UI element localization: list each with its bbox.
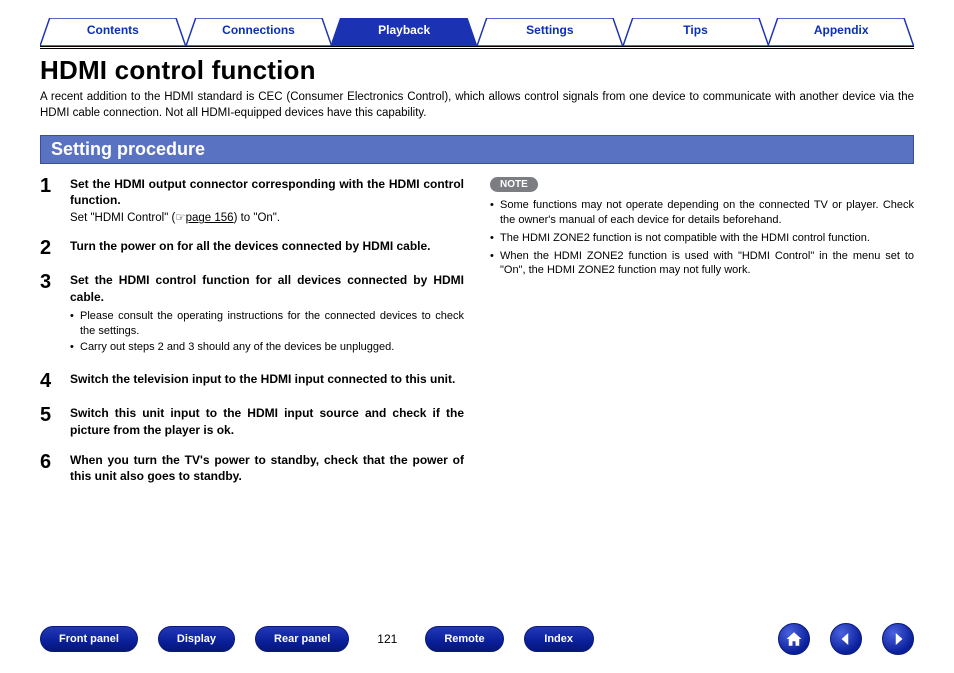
step-number: 3 [40,272,60,357]
section-heading: Setting procedure [40,135,914,164]
step-heading: When you turn the TV's power to standby,… [70,452,464,484]
forward-icon[interactable] [882,623,914,655]
bullet-item: Please consult the operating instruction… [70,309,464,339]
tab-settings[interactable]: Settings [477,18,623,46]
footer-index-button[interactable]: Index [524,626,594,652]
step-3: 3 Set the HDMI control function for all d… [40,272,464,357]
step-heading: Switch the television input to the HDMI … [70,371,464,387]
footer-display-button[interactable]: Display [158,626,235,652]
note-item: Some functions may not operate depending… [490,198,914,228]
step-subtext: Set "HDMI Control" (☞page 156) to "On". [70,210,464,224]
step-body: Set the HDMI control function for all de… [70,272,464,357]
tab-playback[interactable]: Playback [331,18,477,46]
step-4: 4 Switch the television input to the HDMI… [40,371,464,391]
step-1: 1 Set the HDMI output connector correspon… [40,176,464,224]
step-6: 6 When you turn the TV's power to standby… [40,452,464,484]
bullet-item: Carry out steps 2 and 3 should any of th… [70,340,464,355]
note-badge: NOTE [490,177,538,192]
home-icon[interactable] [778,623,810,655]
hand-icon: ☞ [175,212,185,224]
tab-tips[interactable]: Tips [623,18,769,46]
step-body: Switch the television input to the HDMI … [70,371,464,391]
step-heading: Turn the power on for all the devices co… [70,238,464,254]
tab-connections[interactable]: Connections [186,18,332,46]
page-title: HDMI control function [40,55,914,86]
rule-2 [40,48,914,49]
steps-column: 1 Set the HDMI output connector correspon… [40,176,464,498]
step-2: 2 Turn the power on for all the devices c… [40,238,464,258]
step-number: 4 [40,371,60,391]
step-number: 6 [40,452,60,484]
step-heading: Set the HDMI output connector correspond… [70,176,464,208]
step-5: 5 Switch this unit input to the HDMI inpu… [40,405,464,437]
note-item: The HDMI ZONE2 function is not compatibl… [490,231,914,246]
page-number: 121 [369,632,405,646]
step-heading: Switch this unit input to the HDMI input… [70,405,464,437]
step-bullets: Please consult the operating instruction… [70,309,464,356]
step-body: Turn the power on for all the devices co… [70,238,464,258]
footer-remote-button[interactable]: Remote [425,626,503,652]
tab-appendix[interactable]: Appendix [768,18,914,46]
step-body: Switch this unit input to the HDMI input… [70,405,464,437]
step-number: 2 [40,238,60,258]
tab-contents[interactable]: Contents [40,18,186,46]
step-body: When you turn the TV's power to standby,… [70,452,464,484]
note-item: When the HDMI ZONE2 function is used wit… [490,249,914,279]
footer-rear-panel-button[interactable]: Rear panel [255,626,349,652]
back-icon[interactable] [830,623,862,655]
step-number: 1 [40,176,60,224]
step-body: Set the HDMI output connector correspond… [70,176,464,224]
footer-front-panel-button[interactable]: Front panel [40,626,138,652]
page-link[interactable]: page 156 [186,212,234,224]
intro-text: A recent addition to the HDMI standard i… [40,90,914,121]
step-number: 5 [40,405,60,437]
step-heading: Set the HDMI control function for all de… [70,272,464,304]
footer-bar: Front panel Display Rear panel 121 Remote Ind… [0,623,954,655]
notes-column: NOTE Some functions may not operate depe… [490,176,914,498]
top-tab-row: Contents Connections Playback Settings T… [40,18,914,46]
